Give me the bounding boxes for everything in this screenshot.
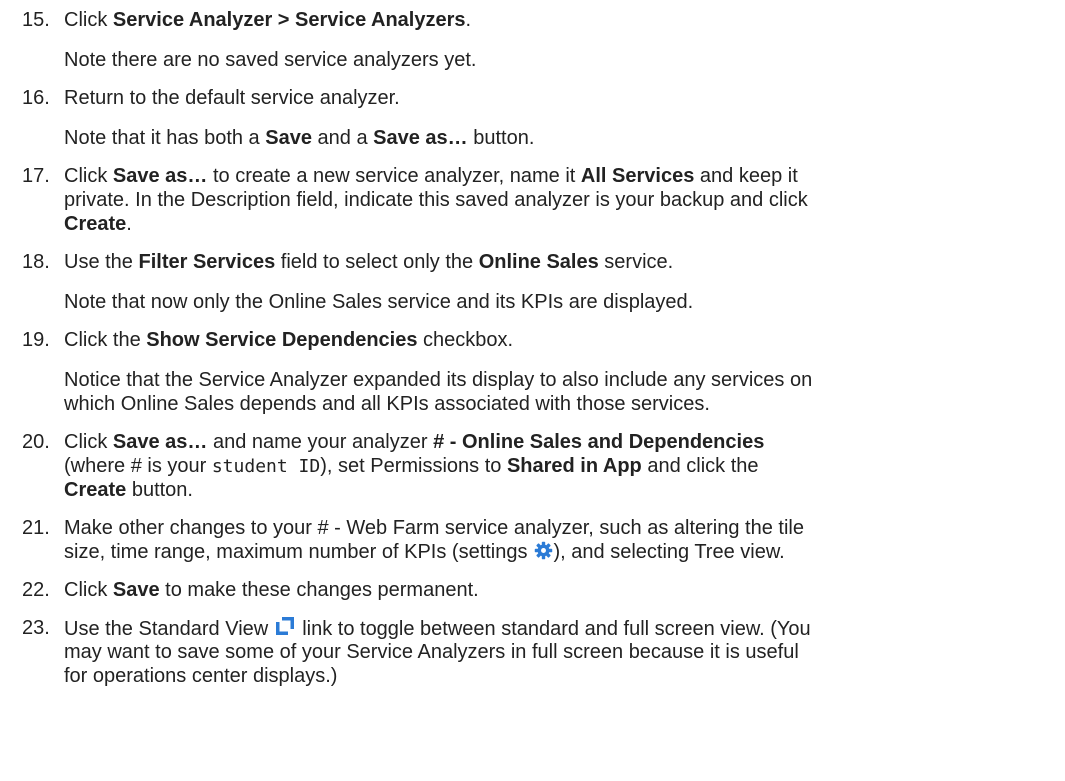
step-note-line-2: which Online Sales depends and all KPIs … <box>64 393 710 415</box>
step-text-line-3: Create. <box>64 213 132 235</box>
step-text-line-2: may want to save some of your Service An… <box>64 641 799 663</box>
step-number: 19. <box>22 329 50 351</box>
step-text-line-2: size, time range, maximum number of KPIs… <box>64 541 785 563</box>
step-note-line-1: Notice that the Service Analyzer expande… <box>64 369 813 391</box>
step-note: Note that now only the Online Sales serv… <box>64 291 694 313</box>
student-id-code: student ID <box>211 456 321 477</box>
step-text: Click Save to make these changes permane… <box>64 579 479 601</box>
step-text-line-2: private. In the Description field, indic… <box>64 189 808 211</box>
step-note: Note there are no saved service analyzer… <box>64 49 477 71</box>
step-number: 18. <box>22 251 50 273</box>
step-text-line-3: for operations center displays.) <box>64 665 338 687</box>
step-number: 15. <box>22 9 50 31</box>
step-number: 23. <box>22 617 50 639</box>
step-number: 20. <box>22 431 50 453</box>
step-text: Use the Filter Services field to select … <box>64 251 674 273</box>
step-text-line-1: Click Save as… to create a new service a… <box>64 165 798 187</box>
step-text: Click Service Analyzer > Service Analyze… <box>64 9 472 31</box>
step-text-line-2: (where # is your student ID), set Permis… <box>64 455 759 477</box>
instruction-steps: 15. Click Service Analyzer > Service Ana… <box>0 0 1065 781</box>
step-text: Return to the default service analyzer. <box>64 87 400 109</box>
step-text-line-3: Create button. <box>64 479 193 501</box>
step-text-line-1: Click Save as… and name your analyzer # … <box>64 431 765 453</box>
step-number: 22. <box>22 579 50 601</box>
step-number: 17. <box>22 165 50 187</box>
step-number: 16. <box>22 87 50 109</box>
step-text-line-1: Use the Standard View link to toggle betw… <box>64 616 811 640</box>
step-text-line-1: Make other changes to your # - Web Farm … <box>64 517 804 539</box>
step-text: Click the Show Service Dependencies chec… <box>64 329 514 351</box>
gear-icon <box>534 541 553 560</box>
step-number: 21. <box>22 517 50 539</box>
expand-icon <box>274 616 296 636</box>
step-note: Note that it has both a Save and a Save … <box>64 127 535 149</box>
